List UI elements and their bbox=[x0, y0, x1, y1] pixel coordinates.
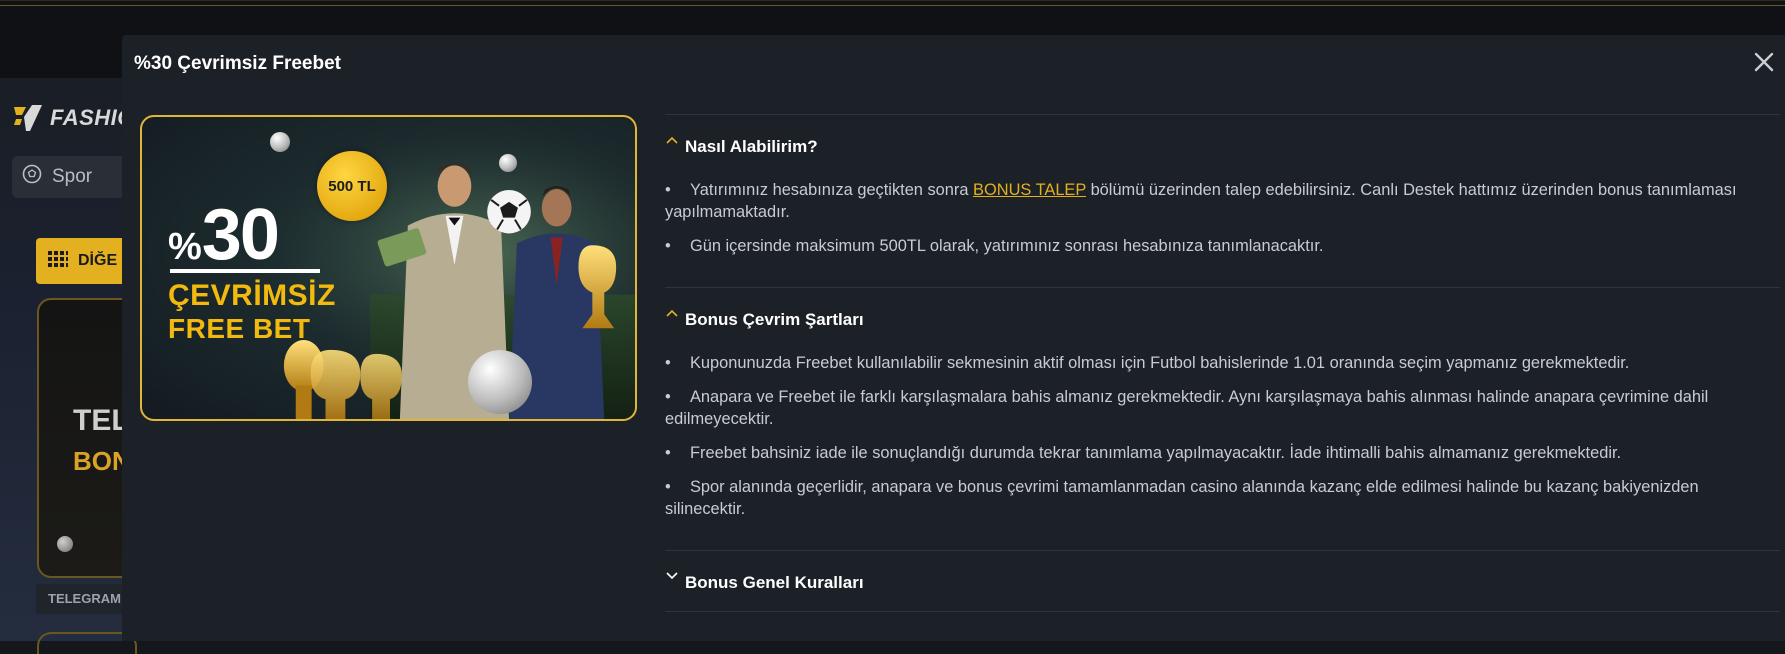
bullet: • bbox=[665, 444, 671, 462]
chevron-up-icon bbox=[665, 306, 679, 320]
bonus-modal: %30 Çevrimsiz Freebet 500 TL % 30 ÇEVRİM… bbox=[122, 35, 1785, 641]
list-item: • Anapara ve Freebet ile farklı karşılaşm… bbox=[665, 386, 1780, 430]
ball-decoration bbox=[499, 154, 517, 172]
list-item-text: Spor alanında geçerlidir, anapara ve bon… bbox=[665, 478, 1699, 518]
accordion-title: Bonus Çevrim Şartları bbox=[685, 310, 864, 329]
bonus-banner: 500 TL % 30 ÇEVRİMSİZ FREE BET bbox=[140, 115, 637, 421]
accordion-section: Bonus Çevrim Şartları • Kuponunuzda Freeb… bbox=[665, 287, 1780, 550]
accordion-header-wagering-terms[interactable]: Bonus Çevrim Şartları bbox=[665, 288, 1780, 348]
logo-mark-icon bbox=[12, 103, 44, 133]
accordion-header-how-to-get[interactable]: Nasıl Alabilirim? bbox=[665, 115, 1780, 175]
bullet: • bbox=[665, 237, 671, 255]
amount-badge: 500 TL bbox=[317, 151, 387, 221]
bullet: • bbox=[665, 354, 671, 372]
bullet: • bbox=[665, 478, 671, 496]
list-item: • Yatırımınız hesabınıza geçtikten sonra … bbox=[665, 179, 1780, 223]
list-item-text: Kuponunuzda Freebet kullanılabilir sekme… bbox=[690, 354, 1630, 372]
accordion-section: Nasıl Alabilirim? • Yatırımınız hesabınız… bbox=[665, 114, 1780, 287]
site-logo[interactable]: FASHIO bbox=[12, 100, 135, 136]
banner-line-1: ÇEVRİMSİZ bbox=[168, 279, 336, 312]
list-item: • Freebet bahsiniz iade ile sonuçlandığı … bbox=[665, 442, 1780, 464]
sport-search[interactable]: Spor bbox=[12, 156, 132, 198]
accordion-section: Bonus Genel Kuralları bbox=[665, 550, 1780, 612]
bullet: • bbox=[665, 181, 671, 199]
banner-percent-value: 30 bbox=[201, 195, 280, 275]
list-item-text: Gün içersinde maksimum 500TL olarak, yat… bbox=[690, 237, 1324, 255]
bonus-accordion: Nasıl Alabilirim? • Yatırımınız hesabınız… bbox=[665, 114, 1780, 612]
banner-underline bbox=[170, 269, 320, 273]
accordion-title: Nasıl Alabilirim? bbox=[685, 137, 818, 156]
accordion-header-general-rules[interactable]: Bonus Genel Kuralları bbox=[665, 551, 1780, 611]
bullet: • bbox=[665, 388, 671, 406]
promo-card-label: TELEGRAM bbox=[36, 584, 132, 614]
accordion-title: Bonus Genel Kuralları bbox=[685, 573, 864, 592]
banner-line-2: FREE BET bbox=[168, 313, 311, 344]
top-divider bbox=[0, 5, 1785, 6]
list-item: • Gün içersinde maksimum 500TL olarak, ya… bbox=[665, 235, 1780, 257]
close-icon[interactable] bbox=[1749, 47, 1779, 77]
chevron-down-icon bbox=[665, 569, 679, 583]
accordion-body: • Yatırımınız hesabınıza geçtikten sonra … bbox=[665, 175, 1780, 287]
ball-decoration bbox=[270, 132, 290, 152]
list-item-text: Freebet bahsiniz iade ile sonuçlandığı d… bbox=[690, 444, 1622, 462]
banner-percent-symbol: % bbox=[168, 226, 202, 268]
list-item: • Kuponunuzda Freebet kullanılabilir sekm… bbox=[665, 352, 1780, 374]
banner-percent: % 30 bbox=[168, 195, 280, 275]
list-item-text: Anapara ve Freebet ile farklı karşılaşma… bbox=[665, 388, 1709, 428]
modal-title: %30 Çevrimsiz Freebet bbox=[134, 53, 341, 74]
accordion-body: • Kuponunuzda Freebet kullanılabilir sekm… bbox=[665, 348, 1780, 550]
chevron-up-icon bbox=[665, 133, 679, 147]
list-item: • Spor alanında geçerlidir, anapara ve bo… bbox=[665, 476, 1780, 520]
grid-icon bbox=[48, 250, 68, 272]
list-item-text: Yatırımınız hesabınıza geçtikten sonra bbox=[690, 181, 974, 199]
category-label: DİĞE bbox=[78, 252, 118, 269]
ball-decoration bbox=[468, 350, 532, 414]
bonus-talep-link[interactable]: BONUS TALEP bbox=[973, 181, 1086, 199]
search-label: Spor bbox=[52, 166, 93, 187]
soccer-ball-icon bbox=[22, 164, 42, 190]
ball-decoration bbox=[57, 536, 73, 552]
